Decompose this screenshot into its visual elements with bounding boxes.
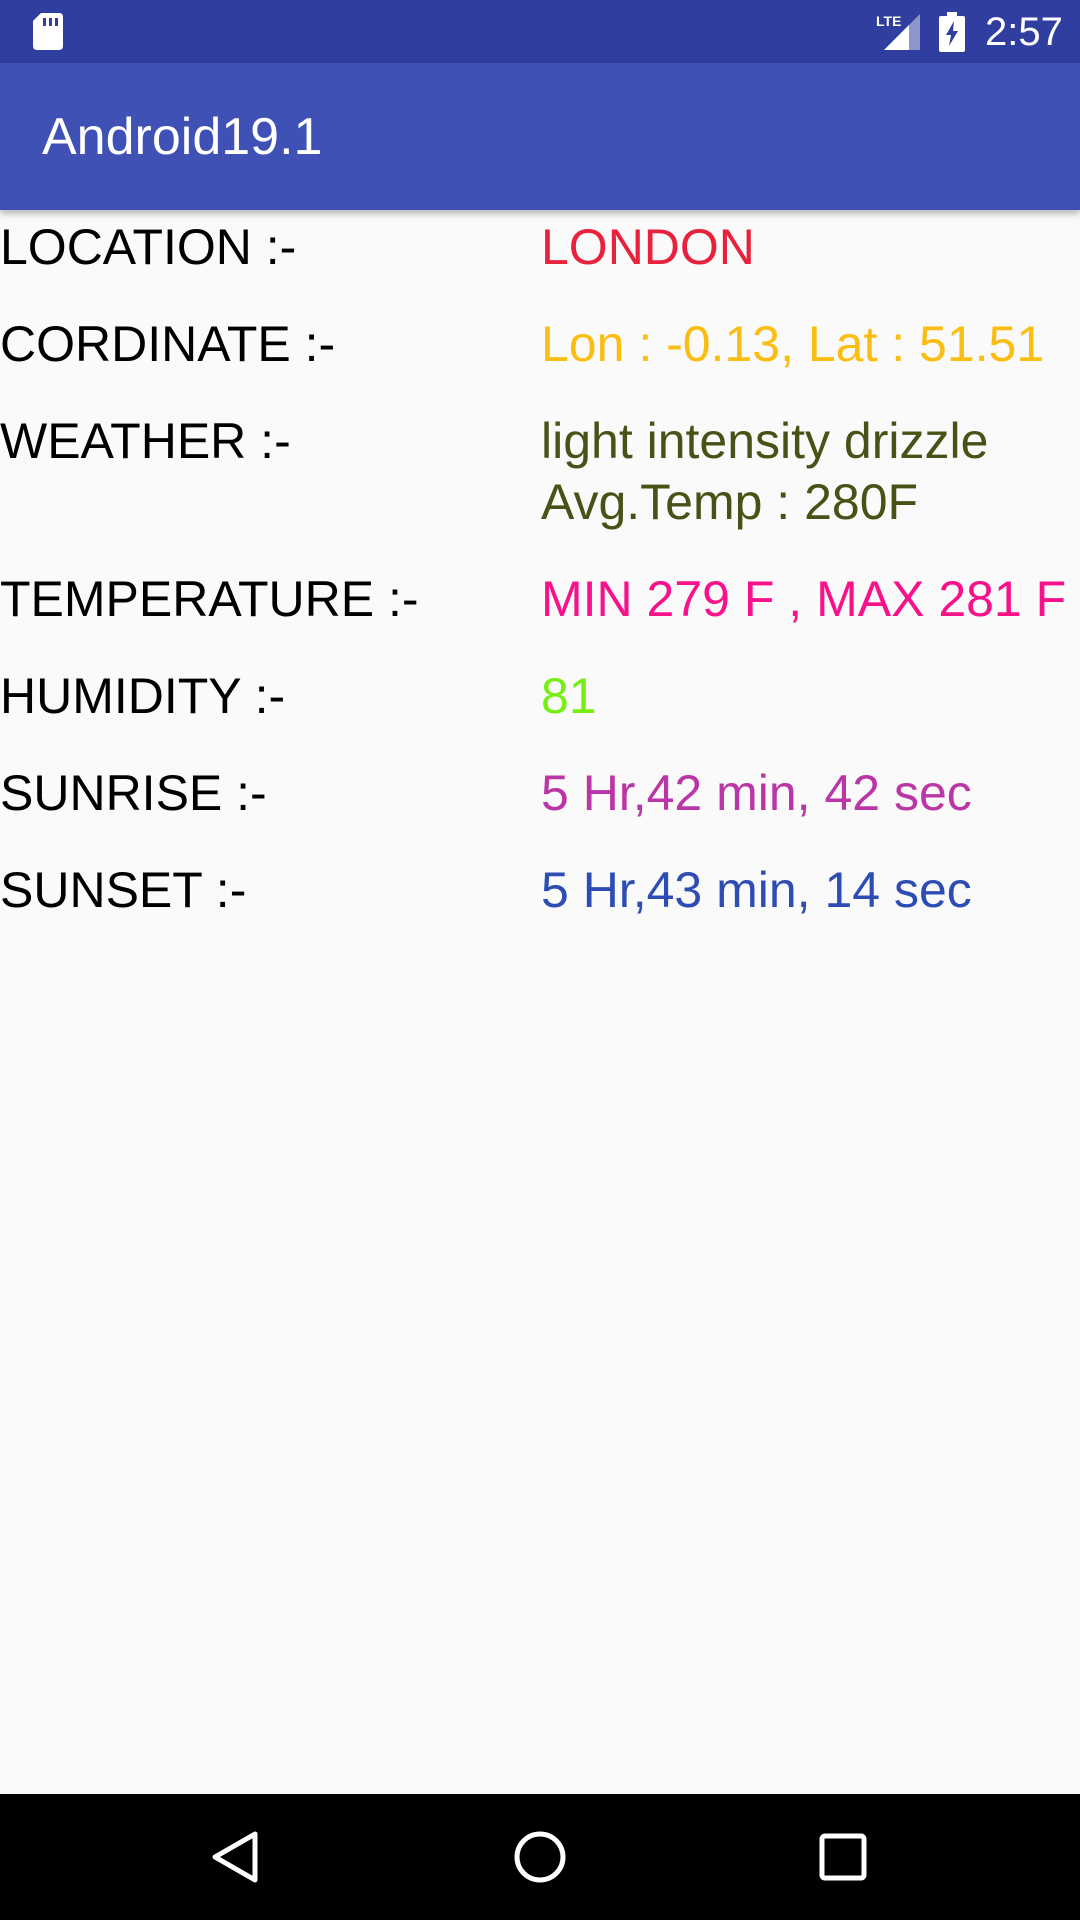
location-label: LOCATION :- [0, 219, 297, 275]
weather-description: light intensity drizzle [541, 413, 989, 469]
app-title: Android19.1 [42, 108, 323, 166]
temperature-value: MIN 279 F , MAX 281 F [541, 571, 1067, 627]
home-icon[interactable] [510, 1827, 570, 1887]
back-icon[interactable] [205, 1827, 265, 1887]
recents-icon[interactable] [813, 1827, 873, 1887]
sunset-label: SUNSET :- [0, 862, 247, 918]
signal-icon: LTE [876, 13, 920, 50]
battery-charging-icon [939, 12, 965, 52]
sunset-value: 5 Hr,43 min, 14 sec [541, 862, 972, 918]
sunrise-value: 5 Hr,42 min, 42 sec [541, 765, 972, 821]
navigation-bar [0, 1794, 1080, 1920]
network-label: LTE [876, 13, 901, 29]
weather-avg-temp: Avg.Temp : 280F [541, 474, 919, 530]
app-bar: Android19.1 [0, 63, 1080, 210]
humidity-value: 81 [541, 668, 597, 724]
coordinate-value: Lon : -0.13, Lat : 51.51 [541, 316, 1045, 372]
location-value: LONDON [541, 219, 755, 275]
sd-card-icon [33, 13, 63, 50]
sunrise-label: SUNRISE :- [0, 765, 267, 821]
clock: 2:57 [985, 10, 1063, 54]
temperature-label: TEMPERATURE :- [0, 571, 419, 627]
weather-label: WEATHER :- [0, 413, 291, 469]
status-bar: LTE 2:57 [0, 0, 1080, 63]
coordinate-label: CORDINATE :- [0, 316, 336, 372]
humidity-label: HUMIDITY :- [0, 668, 286, 724]
